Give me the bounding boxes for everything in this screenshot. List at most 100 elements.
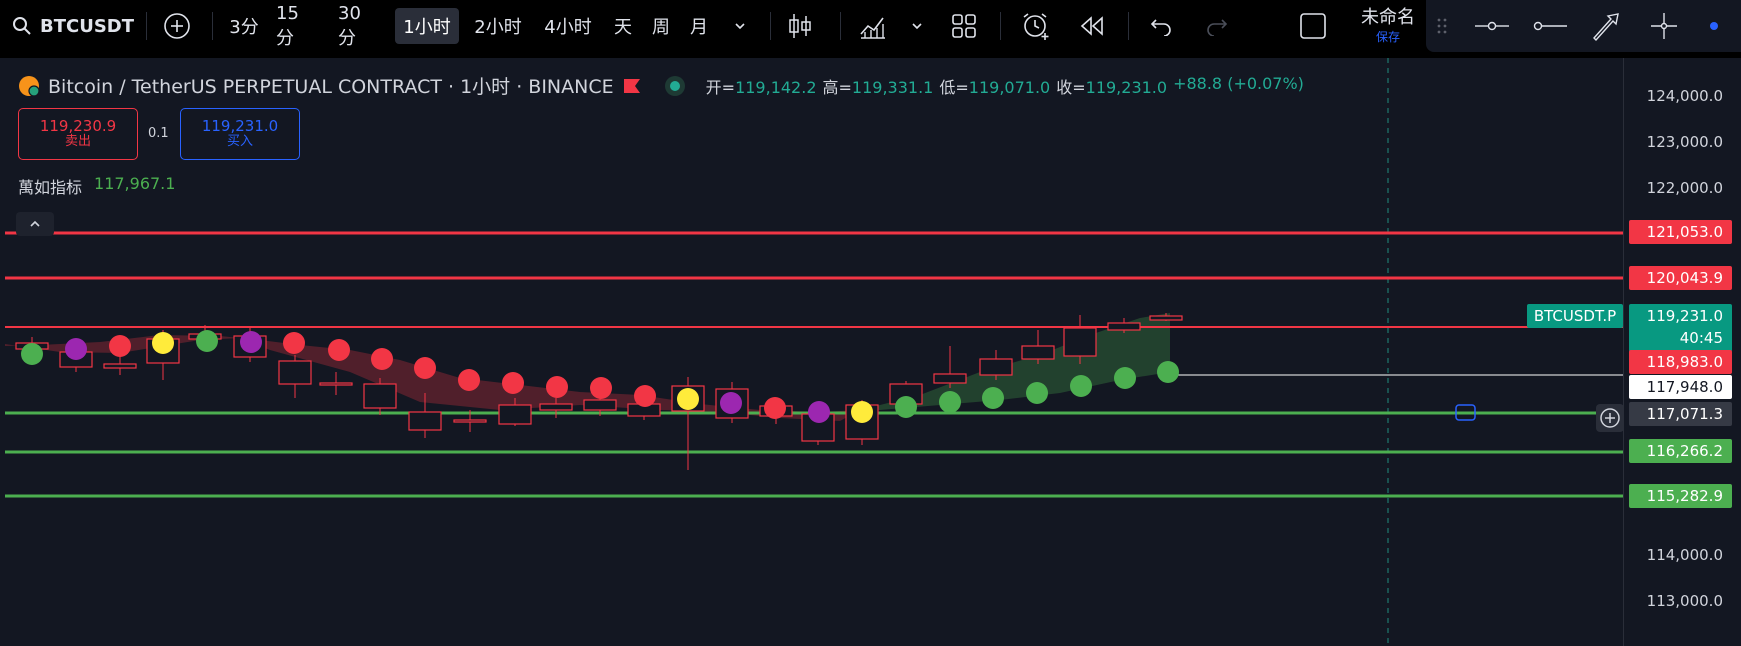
price-tick: 122,000.0 xyxy=(1646,179,1723,197)
level-label-red[interactable]: 120,043.9 xyxy=(1629,266,1732,290)
buy-price: 119,231.0 xyxy=(201,116,279,135)
add-alert-plus-button[interactable] xyxy=(1596,404,1624,432)
yellow-signal-dot xyxy=(851,401,873,423)
undo-button[interactable] xyxy=(1144,0,1178,52)
candle-body xyxy=(363,383,397,409)
sell-button[interactable]: 119,230.9 卖出 xyxy=(18,108,138,160)
green-signal-dot xyxy=(982,387,1004,409)
current-price-label[interactable]: 119,231.0 40:45 xyxy=(1629,304,1732,352)
fullscreen-button[interactable] xyxy=(1296,0,1330,52)
redo-button[interactable] xyxy=(1200,0,1234,52)
crosshair-tool[interactable] xyxy=(1644,0,1684,52)
candle-body xyxy=(979,358,1013,376)
layout-name-button[interactable]: 未命名 保存 xyxy=(1350,0,1426,52)
indicator-legend[interactable]: 萬如指标 117,967.1 xyxy=(18,174,175,198)
level-label-red[interactable]: 118,983.0 xyxy=(1629,350,1732,374)
drag-handle[interactable] xyxy=(1434,0,1450,52)
price-tick: 113,000.0 xyxy=(1646,592,1723,610)
red-signal-dot xyxy=(634,385,656,407)
collapse-legend-button[interactable] xyxy=(16,212,54,236)
green-signal-dot xyxy=(895,396,917,418)
bar-countdown: 40:45 xyxy=(1679,329,1723,347)
green-signal-dot xyxy=(1026,382,1048,404)
red-signal-dot xyxy=(764,397,786,419)
candle-body xyxy=(583,399,617,411)
drawing-toolbar xyxy=(1426,0,1741,52)
alarm-clock-icon xyxy=(1023,13,1049,40)
high-label: 高=119,331.1 xyxy=(822,77,934,97)
symbol-name: BTCUSDT xyxy=(40,15,135,37)
replay-button[interactable] xyxy=(1074,0,1110,52)
candle-body xyxy=(498,404,532,425)
compare-symbol-button[interactable] xyxy=(160,0,194,52)
interval-week[interactable]: 周 xyxy=(648,0,674,52)
buy-button[interactable]: 119,231.0 买入 xyxy=(180,108,300,160)
interval-dropdown-button[interactable] xyxy=(728,0,752,52)
chevron-down-icon xyxy=(912,23,922,30)
undo-icon xyxy=(1150,19,1171,36)
candle-body xyxy=(1107,322,1141,331)
arrow-icon xyxy=(1593,13,1619,41)
purple-signal-dot xyxy=(808,401,830,423)
alert-button[interactable] xyxy=(1018,0,1054,52)
bitcoin-logo-icon xyxy=(19,75,40,97)
ray-icon xyxy=(1533,21,1567,31)
green-signal-dot xyxy=(196,330,218,352)
arrow-tool[interactable] xyxy=(1586,0,1626,52)
segment-icon xyxy=(1475,21,1509,31)
candle-body xyxy=(1063,327,1097,357)
symbol-search-button[interactable]: BTCUSDT xyxy=(12,0,134,52)
interval-30m[interactable]: 30分 xyxy=(334,0,382,52)
level-label-green[interactable]: 115,282.9 xyxy=(1629,484,1732,508)
current-symbol-label: BTCUSDT.P xyxy=(1527,304,1623,328)
low-label: 低=119,071.0 xyxy=(939,77,1051,97)
close-value: 119,231.0 xyxy=(1085,77,1168,97)
layouts-button[interactable] xyxy=(946,0,982,52)
candle-body xyxy=(103,363,137,369)
change-value: +88.8 (+0.07%) xyxy=(1173,73,1304,93)
high-value: 119,331.1 xyxy=(851,77,934,97)
interval-1h[interactable]: 1小时 xyxy=(395,8,459,44)
open-label: 开=119,142.2 xyxy=(705,77,817,97)
indicator-name: 萬如指标 xyxy=(18,178,83,197)
level-label-green[interactable]: 116,266.2 xyxy=(1629,439,1732,463)
chart-legend: Bitcoin / TetherUS PERPETUAL CONTRACT · … xyxy=(18,72,1304,99)
level-label-red[interactable]: 121,053.0 xyxy=(1629,220,1732,244)
divider xyxy=(770,12,771,40)
redo-icon xyxy=(1207,19,1228,36)
market-status-icon[interactable] xyxy=(664,75,686,97)
low-value: 119,071.0 xyxy=(968,77,1051,97)
chevron-down-icon xyxy=(735,23,745,30)
current-price: 119,231.0 xyxy=(1646,307,1723,325)
indicators-dropdown-button[interactable] xyxy=(905,0,929,52)
flag-icon[interactable] xyxy=(622,77,642,95)
interval-3m[interactable]: 3分 xyxy=(224,0,264,52)
drag-handle-icon xyxy=(1437,18,1447,34)
ray-tool[interactable] xyxy=(1530,0,1570,52)
chart-type-button[interactable] xyxy=(782,0,818,52)
green-signal-dot xyxy=(1114,367,1136,389)
red-signal-dot xyxy=(328,339,350,361)
green-signal-dot xyxy=(21,343,43,365)
candle-body xyxy=(453,419,487,423)
yellow-signal-dot xyxy=(677,388,699,410)
green-signal-dot xyxy=(939,391,961,413)
indicators-button[interactable] xyxy=(855,0,891,52)
level-label-white[interactable]: 117,948.0 xyxy=(1629,375,1732,399)
red-signal-dot xyxy=(590,377,612,399)
candle-body xyxy=(278,360,312,385)
indicators-icon xyxy=(860,17,885,39)
interval-4h[interactable]: 4小时 xyxy=(538,0,598,52)
symbol-description[interactable]: Bitcoin / TetherUS PERPETUAL CONTRACT · … xyxy=(48,72,614,99)
purple-signal-dot xyxy=(720,392,742,414)
interval-day[interactable]: 天 xyxy=(610,0,636,52)
top-toolbar: BTCUSDT 3分 15分 30分 1小时 2小时 4小时 天 周 月 未命名… xyxy=(0,0,1741,52)
sell-price: 119,230.9 xyxy=(39,116,117,135)
trend-line-tool[interactable] xyxy=(1472,0,1512,52)
interval-15m[interactable]: 15分 xyxy=(272,0,320,52)
grid-icon xyxy=(952,14,976,38)
indicator-value: 117,967.1 xyxy=(94,174,176,193)
interval-month[interactable]: 月 xyxy=(686,0,712,52)
crosshair-price-label: 117,071.3 xyxy=(1629,402,1732,426)
interval-2h[interactable]: 2小时 xyxy=(468,0,528,52)
